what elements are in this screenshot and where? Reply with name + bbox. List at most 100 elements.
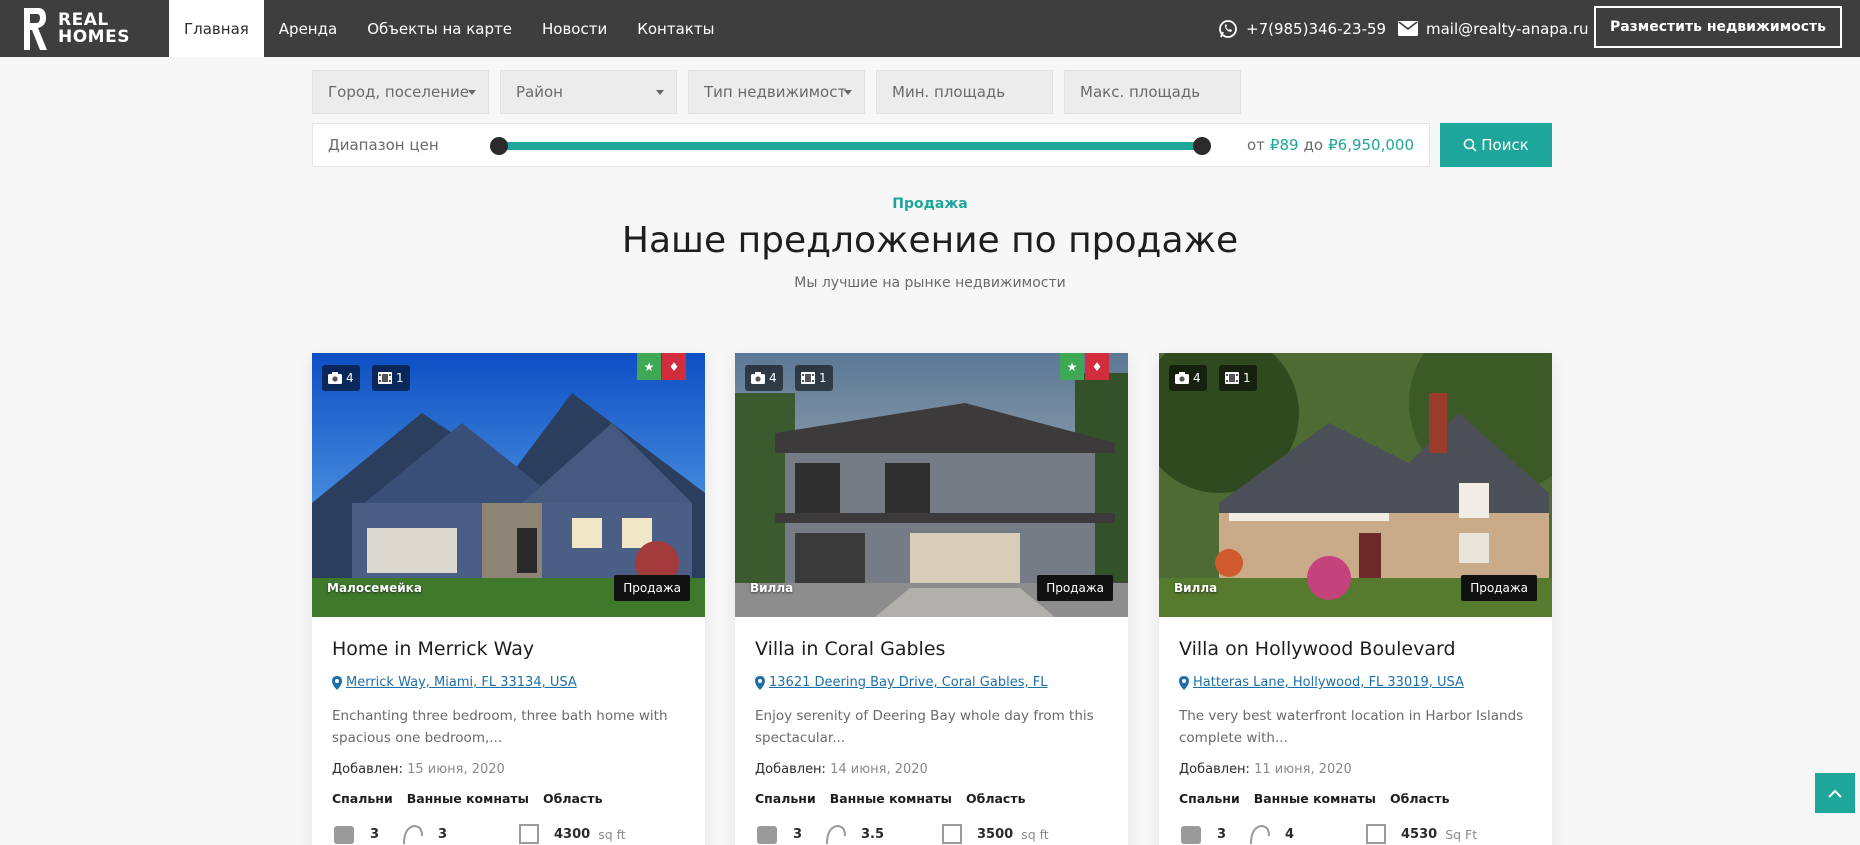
nav-item-home[interactable]: Главная: [169, 0, 264, 57]
property-photo[interactable]: 4 1 Вилла Продажа: [1159, 353, 1552, 617]
bathrooms-value: 3.5: [861, 826, 885, 842]
scroll-to-top-button[interactable]: [1815, 773, 1855, 813]
area-value: 3500: [977, 826, 1014, 842]
photo-count-badge: 4: [745, 365, 783, 391]
photo-count: 4: [346, 371, 354, 385]
property-address[interactable]: Merrick Way, Miami, FL 33134, USA: [332, 675, 577, 690]
featured-star-icon: ★: [637, 353, 661, 380]
video-count-badge: 1: [795, 365, 833, 391]
property-meta-values: 3 4 4530 Sq Ft: [1179, 822, 1477, 845]
price-to-word: до: [1303, 136, 1324, 154]
section-title: Наше предложение по продаже: [621, 220, 1239, 261]
nav-item-map[interactable]: Объекты на карте: [352, 0, 527, 57]
area-unit: Sq Ft: [1445, 826, 1478, 842]
property-title[interactable]: Villa on Hollywood Boulevard: [1179, 638, 1456, 660]
chevron-down-icon: [844, 90, 852, 95]
bed-icon: [334, 826, 354, 844]
post-property-button[interactable]: Разместить недвижимость: [1594, 6, 1842, 48]
area-unit: sq ft: [598, 826, 626, 842]
property-card[interactable]: 4 1 ★ ♦ Малосемейка Продажа Home in Merr…: [312, 353, 705, 845]
bathrooms-label: Ванные комнаты: [1253, 791, 1376, 806]
video-count: 1: [396, 371, 404, 385]
bedrooms-label: Спальни: [1179, 791, 1240, 806]
property-type-tag[interactable]: Малосемейка: [327, 581, 422, 595]
min-area-input[interactable]: Мин. площадь: [876, 70, 1053, 114]
property-status-tag[interactable]: Продажа: [614, 575, 690, 601]
city-select[interactable]: Город, поселение: [312, 70, 489, 114]
header-email[interactable]: mail@realty-anapa.ru: [1398, 0, 1589, 57]
photo-count: 4: [769, 371, 777, 385]
property-meta-headers: Спальни Ванные комнаты Область: [332, 791, 603, 806]
price-slider-max-handle[interactable]: [1193, 137, 1211, 155]
shower-icon: [1250, 824, 1270, 845]
district-select[interactable]: Район: [500, 70, 677, 114]
added-date: 11 июня, 2020: [1254, 762, 1352, 777]
logo[interactable]: REAL HOMES: [20, 4, 140, 53]
bedrooms-label: Спальни: [332, 791, 393, 806]
bed-icon: [1181, 826, 1201, 844]
property-title[interactable]: Villa in Coral Gables: [755, 638, 945, 660]
featured-star-icon: ★: [1060, 353, 1084, 380]
property-title[interactable]: Home in Merrick Way: [332, 638, 534, 660]
added-label: Добавлен:: [1179, 762, 1250, 777]
property-status-tag[interactable]: Продажа: [1461, 575, 1537, 601]
email-text: mail@realty-anapa.ru: [1426, 19, 1589, 38]
bedrooms-value: 3: [793, 826, 803, 842]
property-meta-headers: Спальни Ванные комнаты Область: [755, 791, 1026, 806]
area-label: Область: [542, 791, 603, 806]
property-address-text: Hatteras Lane, Hollywood, FL 33019, USA: [1193, 675, 1464, 690]
mail-icon: [1398, 21, 1418, 36]
logo-text: REAL HOMES: [58, 9, 130, 46]
camera-icon: [751, 372, 765, 384]
search-button[interactable]: Поиск: [1440, 123, 1552, 167]
section-eyebrow: Продажа: [892, 196, 968, 212]
property-card[interactable]: 4 1 ★ ♦ Вилла Продажа Villa in Coral Gab…: [735, 353, 1128, 845]
area-value: 4530: [1401, 826, 1438, 842]
header-phone[interactable]: +7(985)346-23-59: [1218, 0, 1386, 57]
logo-text-line-1: REAL: [58, 9, 109, 30]
added-label: Добавлен:: [332, 762, 403, 777]
area-unit: sq ft: [1021, 826, 1049, 842]
site-header: REAL HOMES Главная Аренда Объекты на кар…: [0, 0, 1860, 57]
area-value: 4300: [554, 826, 591, 842]
property-address[interactable]: 13621 Deering Bay Drive, Coral Gables, F…: [755, 675, 1047, 690]
max-area-input[interactable]: Макс. площадь: [1064, 70, 1241, 114]
shower-icon: [403, 824, 423, 845]
nav-item-rent[interactable]: Аренда: [264, 0, 352, 57]
property-photo[interactable]: 4 1 ★ ♦ Вилла Продажа: [735, 353, 1128, 617]
video-count-badge: 1: [1219, 365, 1257, 391]
price-from-word: от: [1246, 136, 1265, 154]
whatsapp-icon: [1218, 19, 1238, 39]
price-slider-min-handle[interactable]: [490, 137, 508, 155]
price-slider-track[interactable]: [498, 142, 1204, 150]
camera-icon: [328, 372, 342, 384]
property-address-text: Merrick Way, Miami, FL 33134, USA: [346, 675, 577, 690]
city-select-value: Город, поселение: [328, 83, 469, 101]
main-nav: Главная Аренда Объекты на карте Новости …: [169, 0, 729, 57]
map-pin-icon: [332, 675, 342, 690]
phone-text: +7(985)346-23-59: [1246, 19, 1387, 38]
property-type-tag[interactable]: Вилла: [1174, 581, 1217, 595]
property-card[interactable]: 4 1 Вилла Продажа Villa on Hollywood Bou…: [1159, 353, 1552, 845]
nav-item-contacts[interactable]: Контакты: [622, 0, 729, 57]
section-subtitle: Мы лучшие на рынке недвижимости: [794, 275, 1066, 291]
area-label: Область: [1389, 791, 1450, 806]
added-date: 15 июня, 2020: [407, 762, 505, 777]
price-to-value: ₽6,950,000: [1328, 136, 1414, 154]
video-count: 1: [1243, 371, 1251, 385]
hot-flame-icon: ♦: [1085, 353, 1109, 380]
property-status-tag[interactable]: Продажа: [1037, 575, 1113, 601]
district-select-value: Район: [516, 83, 563, 101]
added-date: 14 июня, 2020: [830, 762, 928, 777]
property-photo[interactable]: 4 1 ★ ♦ Малосемейка Продажа: [312, 353, 705, 617]
area-label: Область: [965, 791, 1026, 806]
nav-item-news[interactable]: Новости: [527, 0, 622, 57]
property-meta-values: 3 3 4300 sq ft: [332, 822, 626, 845]
property-address[interactable]: Hatteras Lane, Hollywood, FL 33019, USA: [1179, 675, 1464, 690]
property-type-tag[interactable]: Вилла: [750, 581, 793, 595]
property-added-date: Добавлен: 11 июня, 2020: [1179, 762, 1352, 777]
film-icon: [378, 372, 392, 384]
added-label: Добавлен:: [755, 762, 826, 777]
property-type-select[interactable]: Тип недвижимост: [688, 70, 865, 114]
property-description: Enchanting three bedroom, three bath hom…: [332, 708, 668, 746]
